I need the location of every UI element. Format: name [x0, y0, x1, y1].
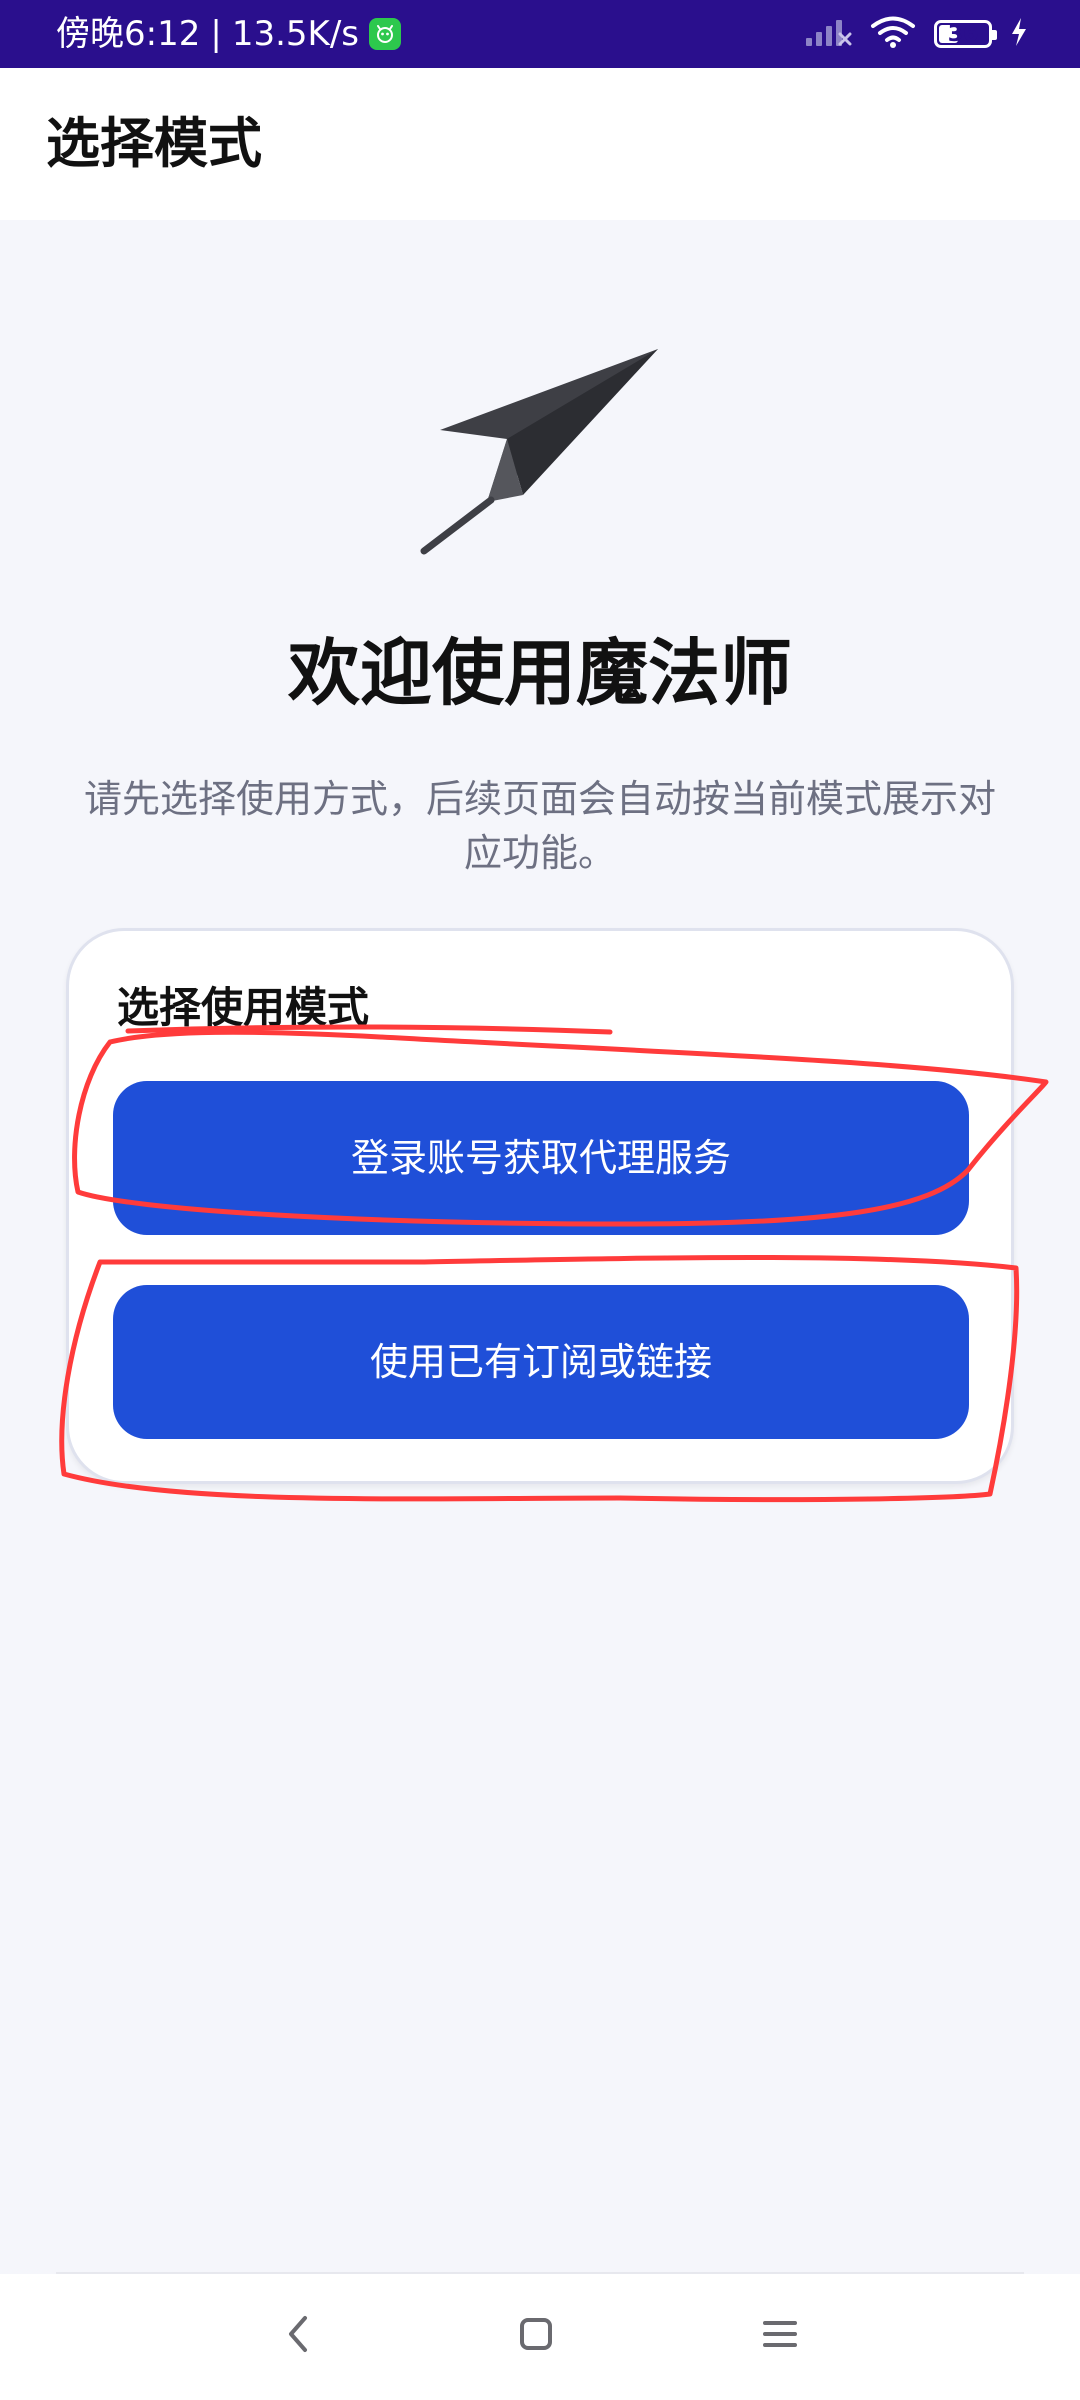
status-separator: |: [210, 14, 222, 54]
back-icon[interactable]: [268, 2304, 328, 2364]
signal-icon: [804, 16, 852, 52]
charging-icon: [1010, 17, 1028, 51]
status-time: 傍晚6:12: [56, 14, 201, 54]
status-left: 傍晚6:12 | 13.5K/s: [56, 12, 401, 56]
status-right: 36: [804, 14, 1028, 54]
app-notification-icon: [369, 18, 401, 50]
wifi-icon: [870, 15, 916, 53]
network-speed: 13.5K/s: [231, 14, 359, 54]
login-proxy-button[interactable]: 登录账号获取代理服务: [113, 1081, 969, 1235]
card-title: 选择使用模式: [117, 983, 370, 1032]
navigation-bar: [0, 2274, 1080, 2400]
menu-icon[interactable]: [750, 2304, 810, 2364]
home-icon[interactable]: [506, 2304, 566, 2364]
battery-icon: 36: [934, 20, 997, 48]
page-title: 选择模式: [46, 112, 262, 175]
battery-cap: [992, 30, 997, 40]
mode-selection-card: 选择使用模式 登录账号获取代理服务 使用已有订阅或链接: [66, 928, 1014, 1484]
welcome-description: 请先选择使用方式，后续页面会自动按当前模式展示对应功能。: [83, 777, 996, 875]
app-bar: 选择模式: [0, 68, 1080, 220]
paper-plane-icon: [415, 345, 665, 555]
use-subscription-button[interactable]: 使用已有订阅或链接: [113, 1285, 969, 1439]
status-bar: 傍晚6:12 | 13.5K/s 36: [0, 0, 1080, 68]
battery-level: 36: [947, 22, 979, 47]
welcome-title: 欢迎使用魔法师: [287, 631, 792, 715]
